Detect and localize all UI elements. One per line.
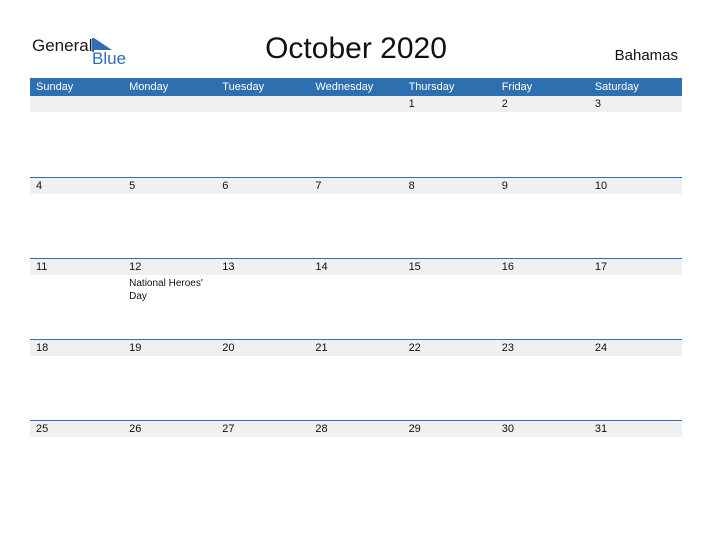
weekday-saturday: Saturday: [594, 81, 639, 93]
day-cell[interactable]: 8: [402, 178, 496, 259]
day-number: 26: [123, 421, 217, 437]
day-number: 15: [402, 259, 496, 275]
day-cell[interactable]: [30, 96, 124, 177]
day-number: 8: [402, 178, 496, 194]
day-number: 11: [30, 259, 124, 275]
day-cell[interactable]: 4: [30, 178, 124, 259]
day-cell[interactable]: 17: [588, 259, 682, 340]
week-row: 25 26 27 28 29 30 31: [30, 420, 682, 502]
day-cell[interactable]: 27: [216, 421, 310, 502]
weekday-friday: Friday: [501, 81, 533, 93]
day-cell[interactable]: 14: [309, 259, 403, 340]
day-cell[interactable]: 26: [123, 421, 217, 502]
day-number: 16: [495, 259, 589, 275]
day-number: 20: [216, 340, 310, 356]
day-number: 2: [495, 96, 589, 112]
day-cell[interactable]: 19: [123, 340, 217, 421]
day-cell[interactable]: [216, 96, 310, 177]
day-number: 27: [216, 421, 310, 437]
day-number: 19: [123, 340, 217, 356]
day-number: 23: [495, 340, 589, 356]
day-number: [123, 96, 217, 112]
day-cell[interactable]: 12 National Heroes' Day: [123, 259, 217, 340]
day-cell[interactable]: 11: [30, 259, 124, 340]
day-cell[interactable]: 6: [216, 178, 310, 259]
holiday-event: National Heroes' Day: [129, 278, 203, 302]
day-cell[interactable]: 2: [495, 96, 589, 177]
day-cell[interactable]: 10: [588, 178, 682, 259]
day-number: 12: [123, 259, 217, 275]
weekday-sunday: Sunday: [36, 81, 74, 93]
day-number: 17: [588, 259, 682, 275]
day-number: 10: [588, 178, 682, 194]
day-number: 4: [30, 178, 124, 194]
day-cell[interactable]: 30: [495, 421, 589, 502]
day-number: 30: [495, 421, 589, 437]
day-cell[interactable]: 15: [402, 259, 496, 340]
day-cell[interactable]: 28: [309, 421, 403, 502]
day-number: [216, 96, 310, 112]
day-number: 9: [495, 178, 589, 194]
week-row: 123: [30, 96, 682, 177]
day-cell[interactable]: 20: [216, 340, 310, 421]
day-number: 13: [216, 259, 310, 275]
day-cell[interactable]: 9: [495, 178, 589, 259]
page-title: October 2020: [265, 32, 447, 65]
weekday-tuesday: Tuesday: [222, 81, 265, 93]
day-number: 31: [588, 421, 682, 437]
day-number: 21: [309, 340, 403, 356]
day-cell[interactable]: 23: [495, 340, 589, 421]
day-cell[interactable]: 29: [402, 421, 496, 502]
day-cell[interactable]: [309, 96, 403, 177]
day-cell[interactable]: 16: [495, 259, 589, 340]
day-number: 25: [30, 421, 124, 437]
day-cell[interactable]: 7: [309, 178, 403, 259]
weekday-thursday: Thursday: [408, 81, 455, 93]
country-label: Bahamas: [614, 47, 678, 64]
day-number: 3: [588, 96, 682, 112]
day-cell[interactable]: 31: [588, 421, 682, 502]
day-number: 22: [402, 340, 496, 356]
day-cell[interactable]: 24: [588, 340, 682, 421]
day-number: 29: [402, 421, 496, 437]
day-number: 6: [216, 178, 310, 194]
day-number: 1: [402, 96, 496, 112]
day-cell[interactable]: 22: [402, 340, 496, 421]
day-number: 24: [588, 340, 682, 356]
day-number: 14: [309, 259, 403, 275]
weekday-header: Sunday Monday Tuesday Wednesday Thursday…: [30, 78, 682, 96]
day-cell[interactable]: 3: [588, 96, 682, 177]
day-cell[interactable]: 13: [216, 259, 310, 340]
weekday-wednesday: Wednesday: [315, 81, 374, 93]
day-cell[interactable]: 5: [123, 178, 217, 259]
day-number: 28: [309, 421, 403, 437]
day-number: [30, 96, 124, 112]
day-cell[interactable]: 18: [30, 340, 124, 421]
day-number: 7: [309, 178, 403, 194]
week-row: 18 19 20 21 22 23 24: [30, 339, 682, 421]
day-cell[interactable]: 25: [30, 421, 124, 502]
week-row: 11 12 National Heroes' Day 13 14 15 16 17: [30, 258, 682, 340]
day-cell[interactable]: [123, 96, 217, 177]
day-number: 5: [123, 178, 217, 194]
week-row: 4 5 6 7 8 9 10: [30, 177, 682, 259]
day-number: 18: [30, 340, 124, 356]
day-cell[interactable]: 1: [402, 96, 496, 177]
day-cell[interactable]: 21: [309, 340, 403, 421]
day-number: [309, 96, 403, 112]
weekday-monday: Monday: [129, 81, 169, 93]
